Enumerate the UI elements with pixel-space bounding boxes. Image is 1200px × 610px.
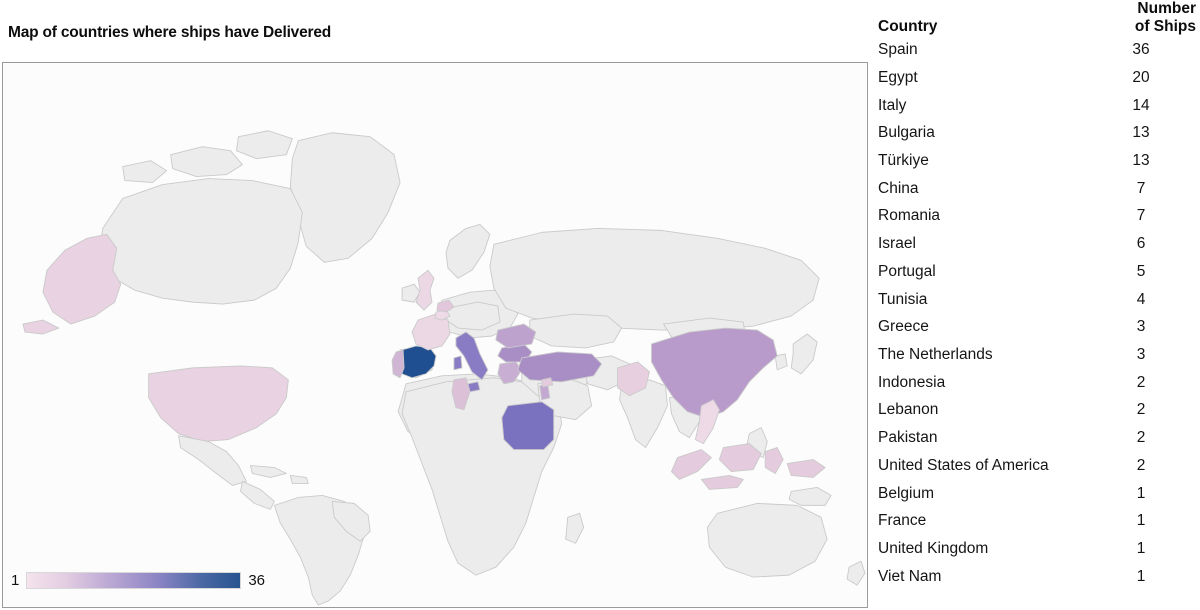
cell-country: Pakistan [878,429,938,447]
column-header-country[interactable]: Country [878,0,1086,36]
cell-ship-count: 2 [1136,456,1146,474]
column-header-country-label: Country [878,18,938,36]
map-panel: Map of countries where ships have Delive… [0,0,870,610]
country-egypt[interactable] [501,401,555,451]
ship-count-table-panel: Country Number of Ships Spain 36 Egypt 20 It… [878,0,1200,610]
cell-ship-count: 3 [1136,318,1146,336]
cell-ship-count: 20 [1132,68,1150,86]
table-row[interactable]: Israel 6 [878,230,1196,258]
cell-country: Indonesia [878,373,946,391]
column-header-ships-line2: of Ships [1134,18,1196,36]
table-row[interactable]: Türkiye 13 [878,147,1196,175]
table-body: Spain 36 Egypt 20 Italy 14 Bulgaria 13 Türkiye 13… [878,36,1196,590]
cell-ship-count: 6 [1136,235,1146,253]
cell-country: Viet Nam [878,567,942,585]
table-row[interactable]: United Kingdom 1 [878,535,1196,563]
table-header: Country Number of Ships [878,0,1196,36]
legend-gradient-bar [26,571,242,589]
cell-ship-count: 2 [1136,373,1146,391]
cell-country: Türkiye [878,152,929,170]
cell-country: Italy [878,96,907,114]
table-row[interactable]: Romania 7 [878,202,1196,230]
cell-ship-count: 1 [1136,567,1146,585]
cell-country: United Kingdom [878,539,989,557]
table-row[interactable]: Greece 3 [878,313,1196,341]
color-scale-legend: 1 36 [11,569,265,591]
page-title: Map of countries where ships have Delive… [8,24,332,41]
cell-ship-count: 14 [1132,96,1150,114]
cell-country: Bulgaria [878,124,935,142]
table-row[interactable]: China 7 [878,175,1196,203]
cell-country: Israel [878,235,916,253]
table-row[interactable]: Egypt 20 [878,64,1196,92]
cell-ship-count: 1 [1136,512,1146,530]
table-header-row: Country Number of Ships [878,0,1196,36]
cell-country: United States of America [878,456,1049,474]
table-row[interactable]: France 1 [878,507,1196,535]
column-header-ships[interactable]: Number of Ships [1086,0,1196,36]
cell-ship-count: 2 [1136,429,1146,447]
table-row[interactable]: Portugal 5 [878,258,1196,286]
cell-country: Romania [878,207,941,225]
table-row[interactable]: Belgium 1 [878,480,1196,508]
cell-ship-count: 1 [1136,539,1146,557]
cell-ship-count: 36 [1132,41,1150,59]
cell-ship-count: 13 [1132,124,1150,142]
cell-ship-count: 1 [1136,484,1146,502]
cell-country: Lebanon [878,401,939,419]
table-row[interactable]: Tunisia 4 [878,286,1196,314]
cell-country: Spain [878,41,918,59]
cell-ship-count: 4 [1136,290,1146,308]
legend-min-label: 1 [11,571,20,589]
cell-ship-count: 2 [1136,401,1146,419]
cell-country: Greece [878,318,929,336]
cell-country: China [878,179,919,197]
table-row[interactable]: United States of America 2 [878,452,1196,480]
column-header-ships-line1: Number [1137,0,1196,17]
country-lebanon[interactable] [541,377,554,388]
cell-country: France [878,512,927,530]
table-row[interactable]: Pakistan 2 [878,424,1196,452]
cell-ship-count: 3 [1136,345,1146,363]
country-italy-sardinia[interactable] [453,355,463,371]
table-row[interactable]: Italy 14 [878,92,1196,120]
cell-country: Egypt [878,68,918,86]
table-row[interactable]: Spain 36 [878,36,1196,64]
cell-country: The Netherlands [878,345,993,363]
cell-ship-count: 7 [1136,207,1146,225]
cell-country: Portugal [878,262,936,280]
cell-country: Belgium [878,484,934,502]
ship-count-table: Country Number of Ships Spain 36 Egypt 20 It… [878,0,1196,590]
table-row[interactable]: Bulgaria 13 [878,119,1196,147]
cell-ship-count: 5 [1136,262,1146,280]
table-row[interactable]: The Netherlands 3 [878,341,1196,369]
cell-ship-count: 7 [1136,179,1146,197]
visualization-root: Map of countries where ships have Delive… [0,0,1200,610]
legend-max-label: 36 [248,571,266,589]
map-frame[interactable]: 1 36 [2,62,868,608]
table-row[interactable]: Viet Nam 1 [878,563,1196,591]
country-canada [98,178,303,305]
cell-country: Tunisia [878,290,928,308]
table-row[interactable]: Indonesia 2 [878,369,1196,397]
table-row[interactable]: Lebanon 2 [878,396,1196,424]
world-map[interactable] [3,63,867,607]
cell-ship-count: 13 [1132,152,1150,170]
